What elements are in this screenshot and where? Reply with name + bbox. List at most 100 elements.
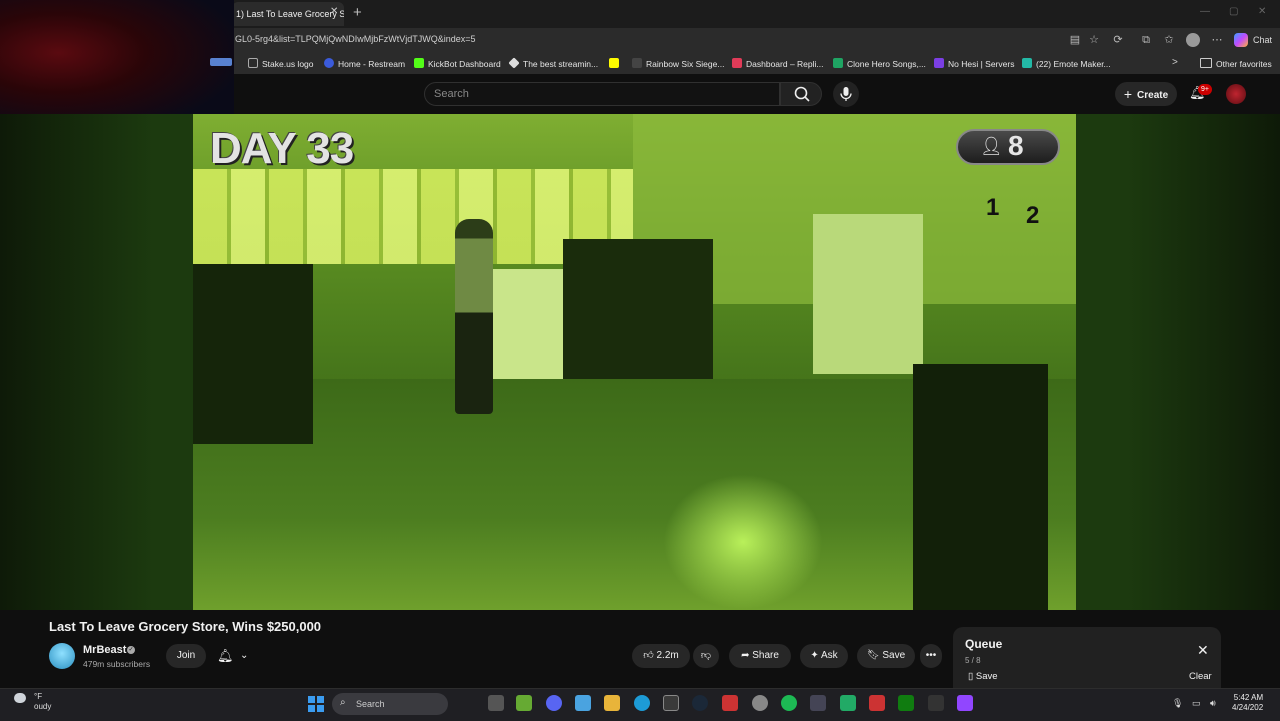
new-tab-button[interactable]: + (353, 4, 362, 21)
reader-view-icon[interactable]: ▤ (1068, 33, 1082, 47)
microphone-tray-icon[interactable]: 🎙︎ (1172, 698, 1183, 709)
bookmark-favicon-icon (324, 58, 334, 68)
app-icon[interactable] (516, 695, 532, 711)
bookmark-item[interactable]: The best streamin... (508, 57, 598, 69)
search-icon: ⌕ (340, 697, 346, 708)
tab-close-icon[interactable]: ✕ (330, 6, 338, 17)
split-screen-icon[interactable]: ⧉ (1139, 33, 1153, 47)
copilot-icon[interactable] (1234, 33, 1248, 47)
more-actions-button[interactable]: ••• (920, 644, 942, 668)
queue-clear-button[interactable]: Clear (1189, 671, 1212, 682)
bookmark-item[interactable]: Dashboard – Repli... (732, 58, 824, 69)
app-icon[interactable] (840, 695, 856, 711)
extensions-icon[interactable]: ⟳ (1111, 33, 1125, 47)
user-avatar[interactable] (1226, 84, 1246, 104)
subscription-bell-icon[interactable]: 🔔︎ (217, 648, 234, 664)
floor-glow (663, 474, 823, 610)
windows-start-icon[interactable] (308, 696, 324, 712)
maximize-icon[interactable]: ▢ (1229, 6, 1238, 17)
search-placeholder: Search (434, 88, 469, 100)
search-button[interactable] (780, 82, 822, 106)
minimize-icon[interactable]: — (1200, 6, 1210, 17)
xbox-icon[interactable] (898, 695, 914, 711)
like-count: 2.2m (656, 650, 679, 661)
bookmark-favicon-icon (833, 58, 843, 68)
settings-gear-icon[interactable] (752, 695, 768, 711)
white-panels (813, 214, 923, 374)
video-player[interactable] (193, 114, 1076, 610)
app-icon[interactable] (722, 695, 738, 711)
bookmarks-overflow-chevron-icon[interactable]: > (1172, 57, 1178, 68)
bookmark-favicon-icon (632, 58, 642, 68)
twitch-icon[interactable] (957, 695, 973, 711)
shelf-left (193, 264, 313, 444)
like-button[interactable]: 👍︎ 2.2m (632, 644, 690, 668)
weather-widget[interactable]: °F oudy (34, 692, 51, 712)
webcam-overlay (0, 0, 234, 132)
save-button[interactable]: 🔖︎ Save (857, 644, 915, 668)
bookmark-item[interactable]: No Hesi | Servers (934, 58, 1014, 69)
channel-name[interactable]: MrBeast (83, 644, 126, 656)
steam-icon[interactable] (692, 695, 708, 711)
video-title: Last To Leave Grocery Store, Wins $250,0… (49, 619, 322, 634)
register-number-sign: 1 (986, 194, 1000, 221)
favorite-star-icon[interactable]: ☆ (1087, 33, 1101, 47)
folder-icon (1200, 58, 1212, 68)
profile-avatar[interactable] (1186, 33, 1200, 47)
plus-icon: + (1123, 86, 1133, 102)
edge-browser-icon[interactable] (634, 695, 650, 711)
create-button[interactable]: + Create (1115, 82, 1177, 106)
queue-close-icon[interactable]: ✕ (1197, 642, 1209, 659)
dislike-button[interactable]: 👎︎ (693, 644, 719, 668)
bookmark-favicon-icon (732, 58, 742, 68)
tab-title: 1) Last To Leave Grocery St (236, 9, 344, 19)
more-menu-icon[interactable]: ⋯ (1210, 33, 1224, 47)
bookmark-item[interactable]: KickBot Dashboard (414, 58, 501, 69)
cloud-weather-icon[interactable] (14, 693, 26, 703)
bookmark-favicon-icon (508, 57, 520, 69)
spotify-icon[interactable] (781, 695, 797, 711)
voice-search-button[interactable] (833, 81, 859, 107)
share-button[interactable]: ➦ Share (729, 644, 791, 668)
app-icon[interactable] (575, 695, 591, 711)
app-icon[interactable] (928, 695, 944, 711)
store-icon[interactable] (663, 695, 679, 711)
bookmark-icon: ▯ (968, 671, 974, 682)
bookmark-item[interactable]: Clone Hero Songs,... (833, 58, 926, 69)
shelf-right (913, 364, 1048, 610)
notification-count-badge: 9+ (1198, 84, 1212, 95)
bookmark-item[interactable]: Rainbow Six Siege... (632, 58, 724, 69)
queue-save-button[interactable]: ▯ Save (968, 671, 998, 682)
queue-position: 5 / 8 (965, 656, 981, 665)
favorites-icon[interactable]: ✩ (1162, 33, 1176, 47)
chevron-down-icon[interactable]: ⌄ (240, 650, 248, 661)
other-favorites-folder[interactable]: Other favorites (1200, 58, 1272, 69)
join-button[interactable]: Join (166, 644, 206, 668)
channel-avatar[interactable] (49, 643, 75, 669)
app-icon[interactable] (810, 695, 826, 711)
bookmark-item[interactable]: (22) Emote Maker... (1022, 58, 1111, 69)
bookmark-icon: 🔖︎ (866, 650, 880, 661)
person (455, 219, 493, 414)
app-icon[interactable] (869, 695, 885, 711)
shelf-center (563, 239, 713, 379)
volume-tray-icon[interactable]: 🔊︎ (1210, 698, 1216, 709)
bookmark-item[interactable] (609, 58, 623, 69)
bookmark-item[interactable]: Stake.us logo (248, 58, 314, 69)
day-counter-overlay: DAY 33 (210, 124, 354, 173)
bookmark-item[interactable]: Home - Restream (324, 58, 405, 69)
search-input[interactable] (424, 82, 780, 106)
system-clock[interactable]: 5:42 AM 4/24/202 (1232, 693, 1263, 713)
taskbar-search-input[interactable]: Search (332, 693, 448, 715)
browser-tab[interactable]: 1) Last To Leave Grocery St (232, 2, 344, 26)
thumbs-down-icon: 👎︎ (700, 650, 712, 661)
chat-label[interactable]: Chat (1253, 35, 1272, 45)
file-explorer-icon[interactable] (604, 695, 620, 711)
ask-button[interactable]: ✦ Ask (800, 644, 848, 668)
window-close-icon[interactable]: ✕ (1258, 6, 1266, 17)
url-field[interactable]: GL0-5rg4&list=TLPQMjQwNDIwMjbFzWtVjdTJWQ… (235, 34, 476, 44)
verified-check-icon: ✓ (127, 646, 135, 654)
discord-icon[interactable] (546, 695, 562, 711)
task-view-icon[interactable] (488, 695, 504, 711)
network-tray-icon[interactable]: ▭ (1192, 698, 1201, 709)
